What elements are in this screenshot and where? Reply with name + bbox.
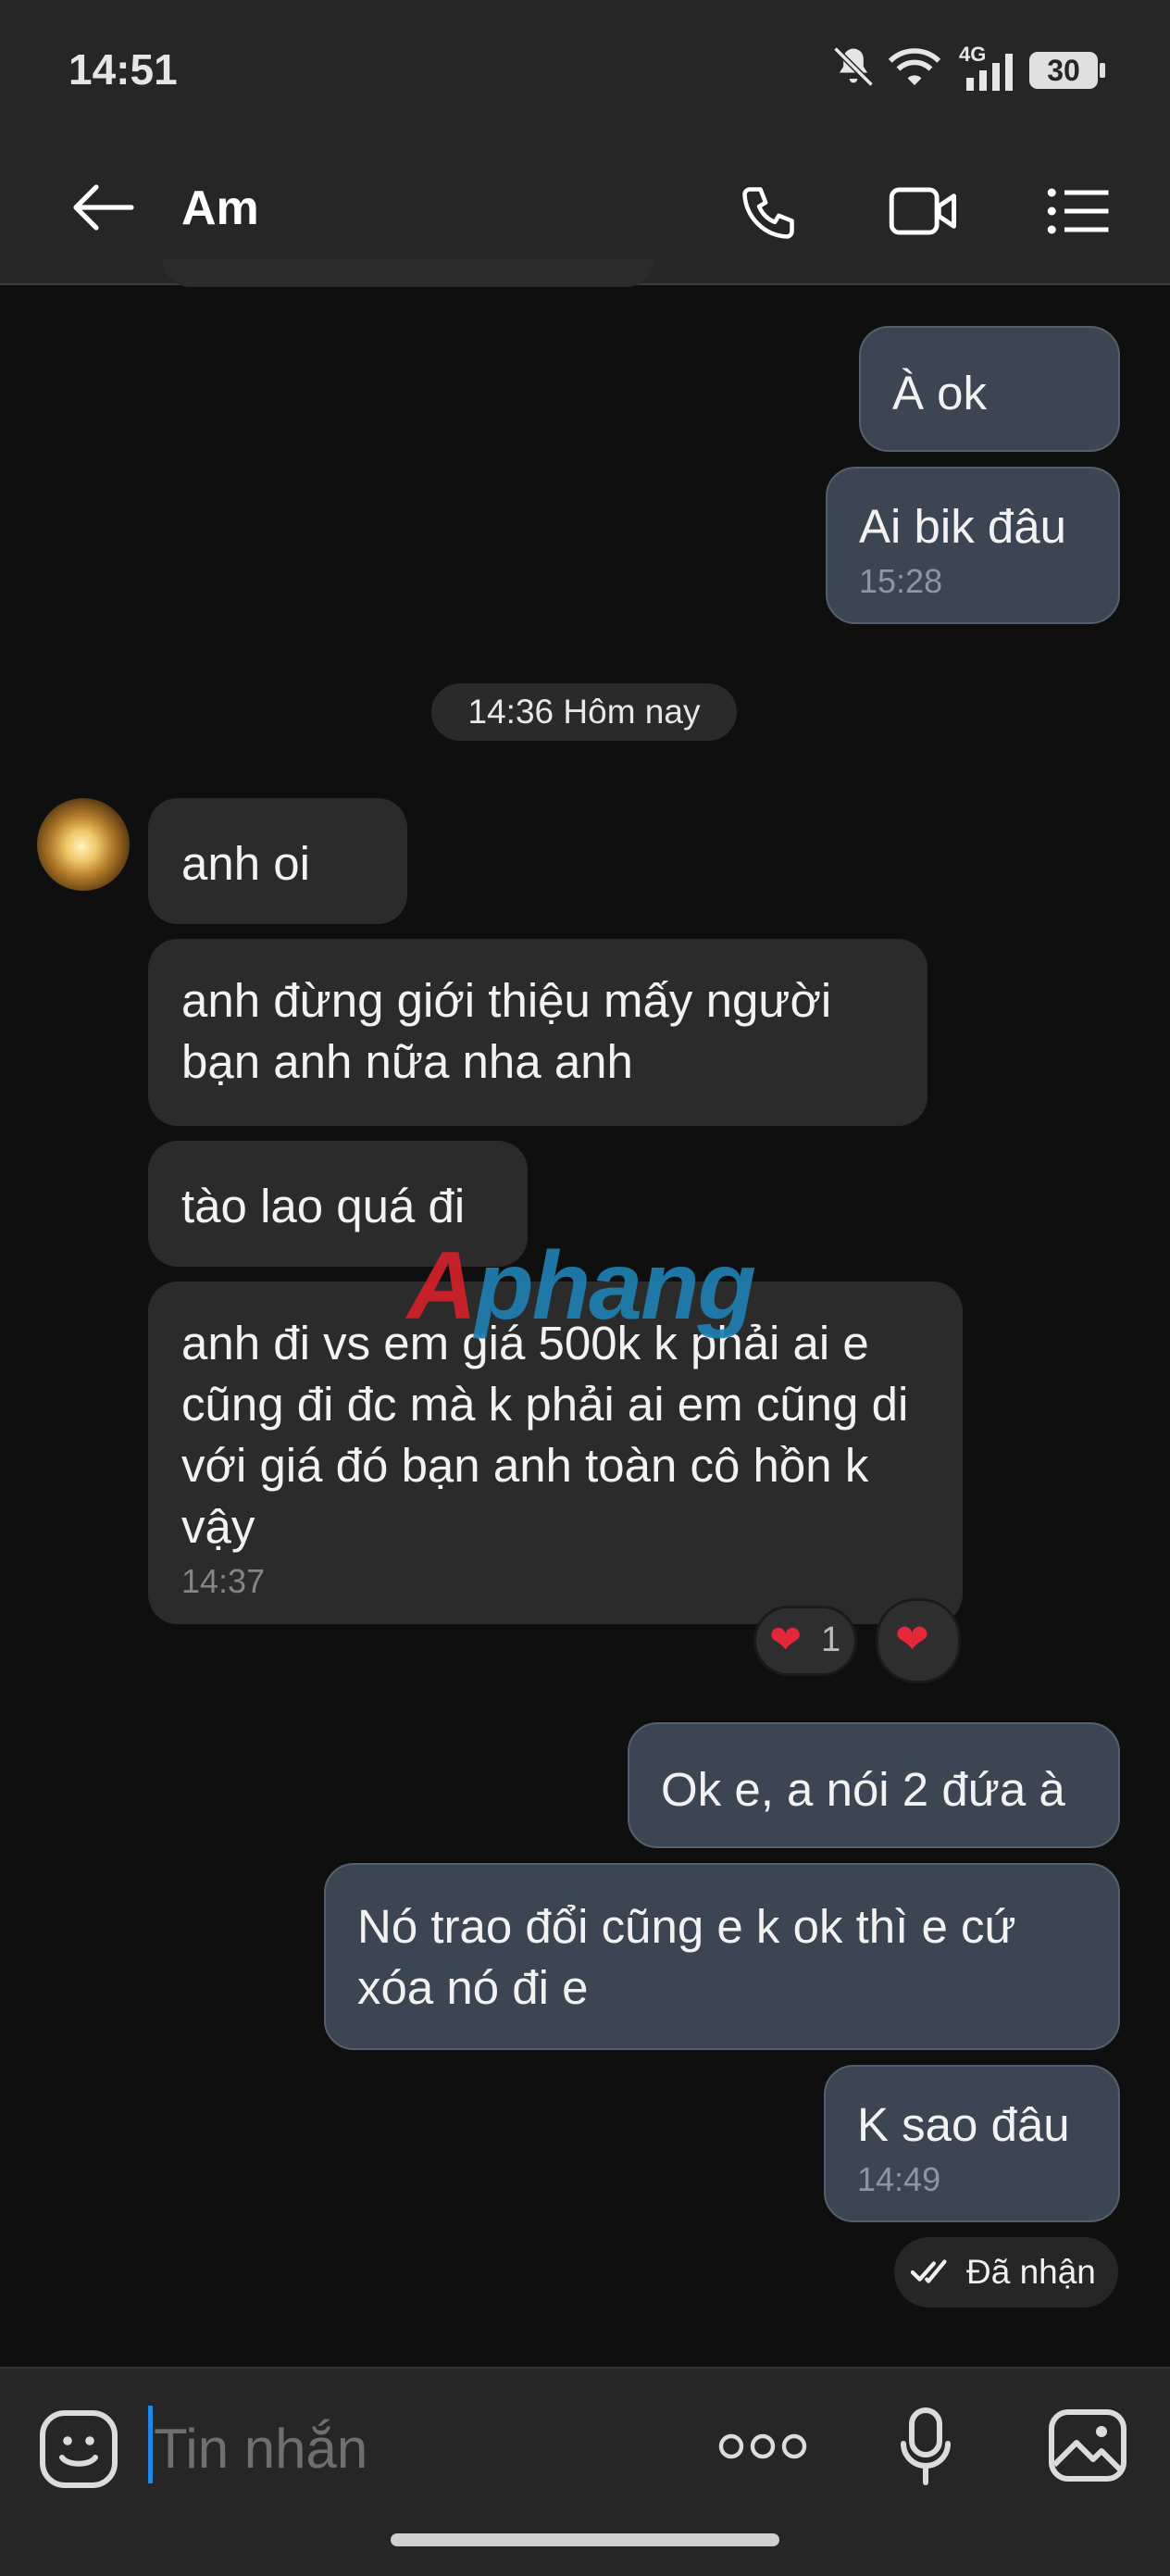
message-text: Nó trao đổi cũng e k ok thì e cứ xóa nó … — [357, 1900, 1016, 2014]
message-bubble-received[interactable]: anh đừng giới thiệu mấy người bạn anh nữ… — [148, 939, 927, 1126]
delivered-label: Đã nhận — [966, 2253, 1096, 2291]
message-bubble-sent[interactable]: À ok — [859, 326, 1120, 452]
home-indicator[interactable] — [391, 2533, 779, 2546]
message-text: anh oi — [181, 837, 310, 890]
add-reaction-button[interactable]: ❤ — [876, 1598, 961, 1683]
phone-call-icon[interactable] — [737, 181, 800, 244]
double-check-icon — [911, 2259, 947, 2283]
signal-icon — [966, 54, 1013, 91]
video-call-icon[interactable] — [889, 181, 959, 241]
reaction-count: 1 — [821, 1620, 841, 1659]
message-time: 14:37 — [181, 1562, 266, 1600]
delivered-status: Đã nhận — [894, 2237, 1118, 2307]
status-time: 14:51 — [68, 45, 178, 94]
message-bubble-sent[interactable]: K sao đâu 14:49 — [824, 2065, 1120, 2222]
more-options-icon[interactable] — [718, 2426, 807, 2467]
message-bubble-sent[interactable]: Ai bik đâu 15:28 — [826, 467, 1120, 624]
message-text: K sao đâu — [857, 2098, 1070, 2151]
emoji-sticker-icon[interactable] — [37, 2407, 120, 2491]
message-bubble-received[interactable]: anh oi — [148, 798, 407, 924]
battery-icon: 30 — [1029, 52, 1105, 89]
reaction-badge[interactable]: ❤ 1 — [753, 1606, 857, 1676]
message-time: 14:49 — [857, 2160, 941, 2198]
heart-icon: ❤ — [769, 1618, 803, 1661]
message-text: anh đi vs em giá 500k k phải ai e cũng đ… — [181, 1317, 909, 1553]
back-arrow-icon[interactable] — [70, 181, 135, 233]
message-input[interactable]: Tin nhắn — [154, 2417, 367, 2481]
wifi-icon — [888, 48, 941, 85]
contact-name[interactable]: Am — [181, 181, 259, 236]
message-text: À ok — [892, 367, 988, 419]
battery-level: 30 — [1047, 54, 1080, 87]
message-text: anh đừng giới thiệu mấy người bạn anh nữ… — [181, 974, 832, 1088]
message-text: tào lao quá đi — [181, 1180, 466, 1232]
image-gallery-icon[interactable] — [1046, 2406, 1129, 2485]
watermark-logo: Aphang — [407, 1232, 756, 1340]
microphone-icon[interactable] — [898, 2404, 953, 2489]
message-bubble-sent[interactable]: Nó trao đổi cũng e k ok thì e cứ xóa nó … — [324, 1863, 1120, 2050]
mute-bell-icon — [833, 46, 874, 87]
menu-list-icon[interactable] — [1046, 185, 1111, 237]
text-caret — [148, 2406, 153, 2483]
message-bubble-sent[interactable]: Ok e, a nói 2 đứa à — [628, 1722, 1120, 1848]
message-time: 15:28 — [859, 562, 943, 600]
previous-message-fragment — [163, 259, 653, 287]
message-text: Ok e, a nói 2 đứa à — [661, 1763, 1065, 1816]
contact-avatar[interactable] — [37, 798, 130, 891]
heart-icon: ❤ — [895, 1617, 929, 1662]
message-text: Ai bik đâu — [859, 500, 1066, 553]
date-separator: 14:36 Hôm nay — [431, 683, 737, 741]
